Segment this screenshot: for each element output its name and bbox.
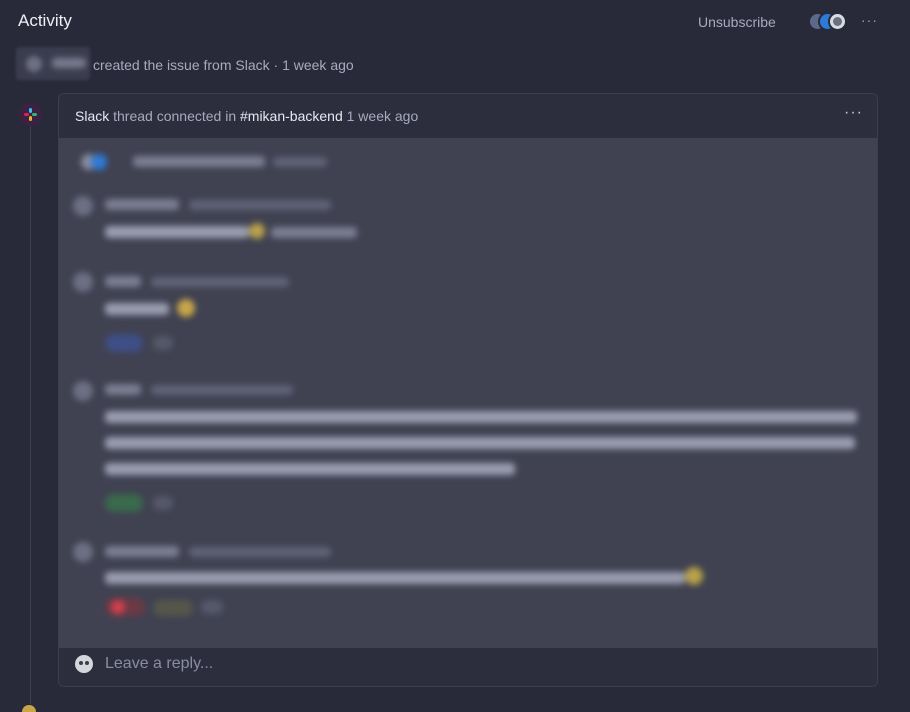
reply-bar (59, 648, 877, 686)
card-more-button[interactable]: ··· (844, 104, 863, 122)
source-name: Slack (75, 108, 110, 124)
unsubscribe-button[interactable]: Unsubscribe (698, 14, 776, 30)
next-activity-entry-cut (22, 705, 622, 712)
card-header-text: Slack thread connected in #mikan-backend… (75, 108, 418, 124)
activity-created-entry: created the issue from Slack · 1 week ag… (16, 47, 616, 81)
channel-link[interactable]: #mikan-backend (240, 108, 343, 124)
thread-messages-blurred (59, 138, 877, 648)
slack-thread-card: Slack thread connected in #mikan-backend… (58, 93, 878, 687)
status-icon (22, 705, 36, 712)
connected-text: thread connected in (113, 108, 237, 124)
activity-header: Activity Unsubscribe ··· (0, 0, 910, 44)
timeline-line (30, 124, 31, 704)
page-title: Activity (18, 11, 72, 30)
slack-icon (19, 103, 42, 126)
creator-avatar-blurred (16, 47, 90, 80)
created-text: created the issue from Slack · 1 week ag… (93, 57, 354, 73)
header-more-button[interactable]: ··· (861, 12, 878, 28)
avatar (828, 12, 847, 31)
card-header: Slack thread connected in #mikan-backend… (59, 94, 877, 138)
avatar (75, 655, 93, 673)
activity-panel: Activity Unsubscribe ··· created the iss… (0, 0, 910, 712)
reply-input[interactable] (105, 652, 845, 676)
card-time: 1 week ago (346, 108, 419, 124)
subscriber-avatars[interactable] (808, 12, 858, 32)
